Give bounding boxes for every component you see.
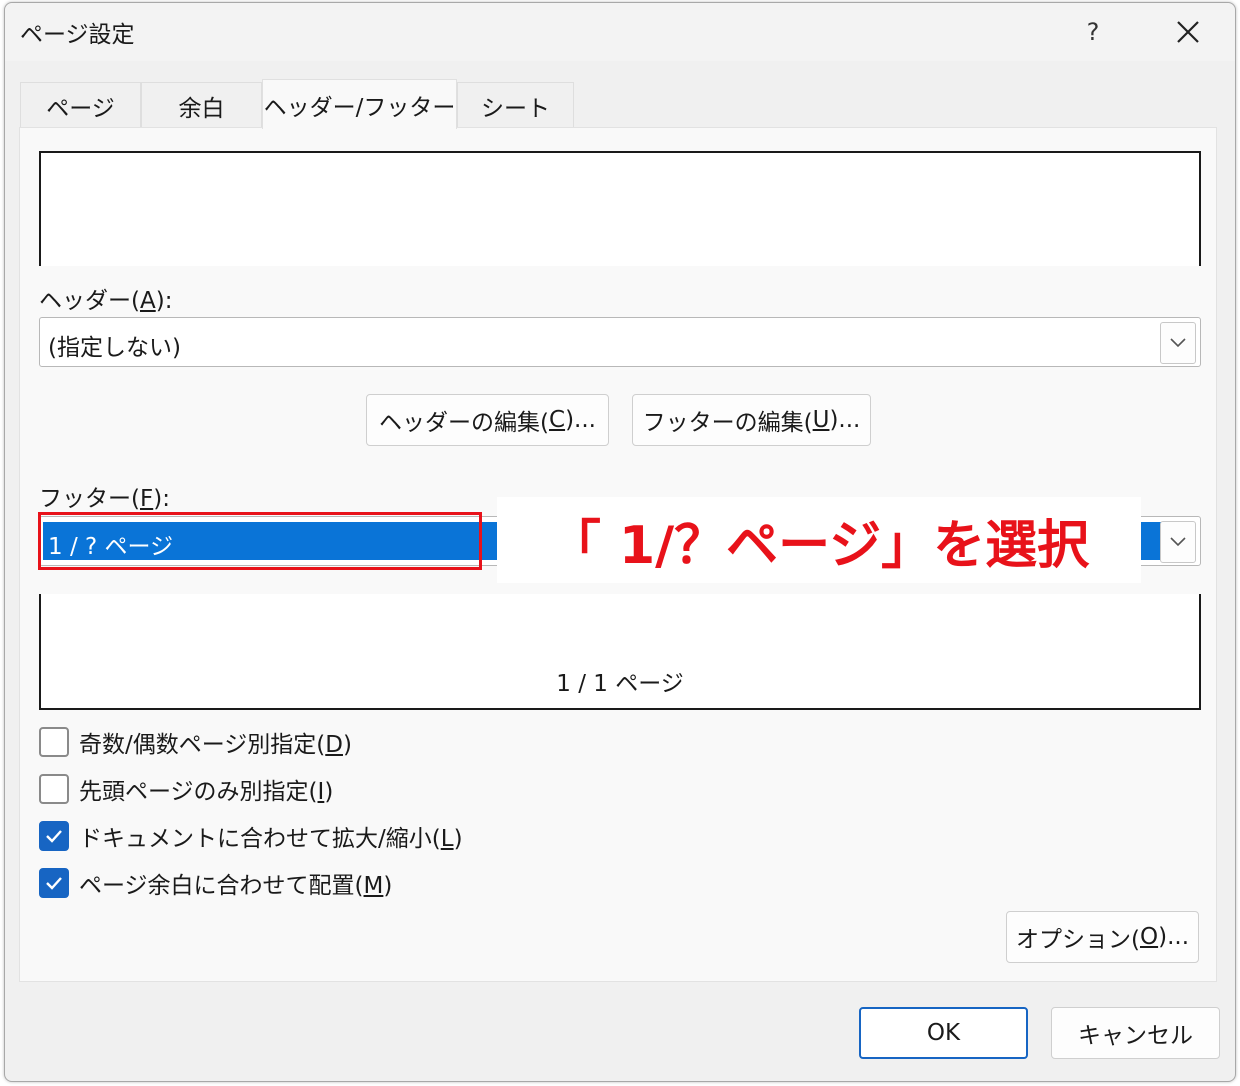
checkbox-odd-even-box[interactable]	[39, 727, 69, 757]
checkbox-align-with-margins[interactable]: ページ余白に合わせて配置(M)	[39, 867, 392, 899]
options-button[interactable]: オプション(O)...	[1006, 911, 1199, 963]
checkbox-scale-with-document-box[interactable]	[39, 821, 69, 851]
footer-preview: 1 / 1 ページ	[39, 594, 1201, 710]
close-icon	[1177, 21, 1199, 43]
checkbox-align-with-margins-label: ページ余白に合わせて配置(M)	[79, 873, 393, 899]
header-preview	[39, 151, 1201, 269]
annotation-highlight-box	[38, 512, 482, 570]
checkbox-odd-even-label: 奇数/偶数ページ別指定(D)	[79, 732, 352, 758]
title-bar	[5, 3, 1235, 61]
ok-button[interactable]: OK	[859, 1007, 1028, 1059]
checkbox-first-page[interactable]: 先頭ページのみ別指定(I)	[39, 773, 333, 805]
annotation-callout: 「 1/？ページ」を選択	[497, 497, 1141, 583]
cancel-button[interactable]: キャンセル	[1051, 1007, 1220, 1059]
help-button[interactable]: ?	[1068, 10, 1118, 54]
checkbox-align-with-margins-box[interactable]	[39, 868, 69, 898]
edit-footer-button[interactable]: フッターの編集(U)...	[632, 394, 871, 446]
close-button[interactable]	[1162, 10, 1214, 54]
checkmark-icon	[46, 830, 62, 843]
checkmark-icon	[46, 877, 62, 890]
tab-sheet[interactable]: シート	[457, 82, 574, 128]
header-label: ヘッダー(A):	[39, 288, 173, 314]
tab-header-footer[interactable]: ヘッダー/フッター	[262, 79, 457, 129]
tab-margins[interactable]: 余白	[141, 82, 262, 128]
chevron-down-icon[interactable]	[1160, 521, 1196, 563]
checkbox-scale-with-document[interactable]: ドキュメントに合わせて拡大/縮小(L)	[39, 820, 463, 852]
checkbox-first-page-label: 先頭ページのみ別指定(I)	[79, 779, 334, 805]
header-dropdown[interactable]: (指定しない)	[39, 317, 1201, 367]
tab-page[interactable]: ページ	[20, 82, 141, 128]
header-dropdown-value: (指定しない)	[48, 335, 181, 361]
footer-preview-text: 1 / 1 ページ	[556, 671, 684, 697]
footer-label: フッター(F):	[39, 486, 170, 512]
edit-header-button[interactable]: ヘッダーの編集(C)...	[366, 394, 609, 446]
dialog-title: ページ設定	[20, 22, 135, 48]
chevron-down-icon[interactable]	[1160, 322, 1196, 364]
checkbox-first-page-box[interactable]	[39, 774, 69, 804]
checkbox-scale-with-document-label: ドキュメントに合わせて拡大/縮小(L)	[79, 826, 463, 852]
checkbox-odd-even[interactable]: 奇数/偶数ページ別指定(D)	[39, 726, 352, 758]
